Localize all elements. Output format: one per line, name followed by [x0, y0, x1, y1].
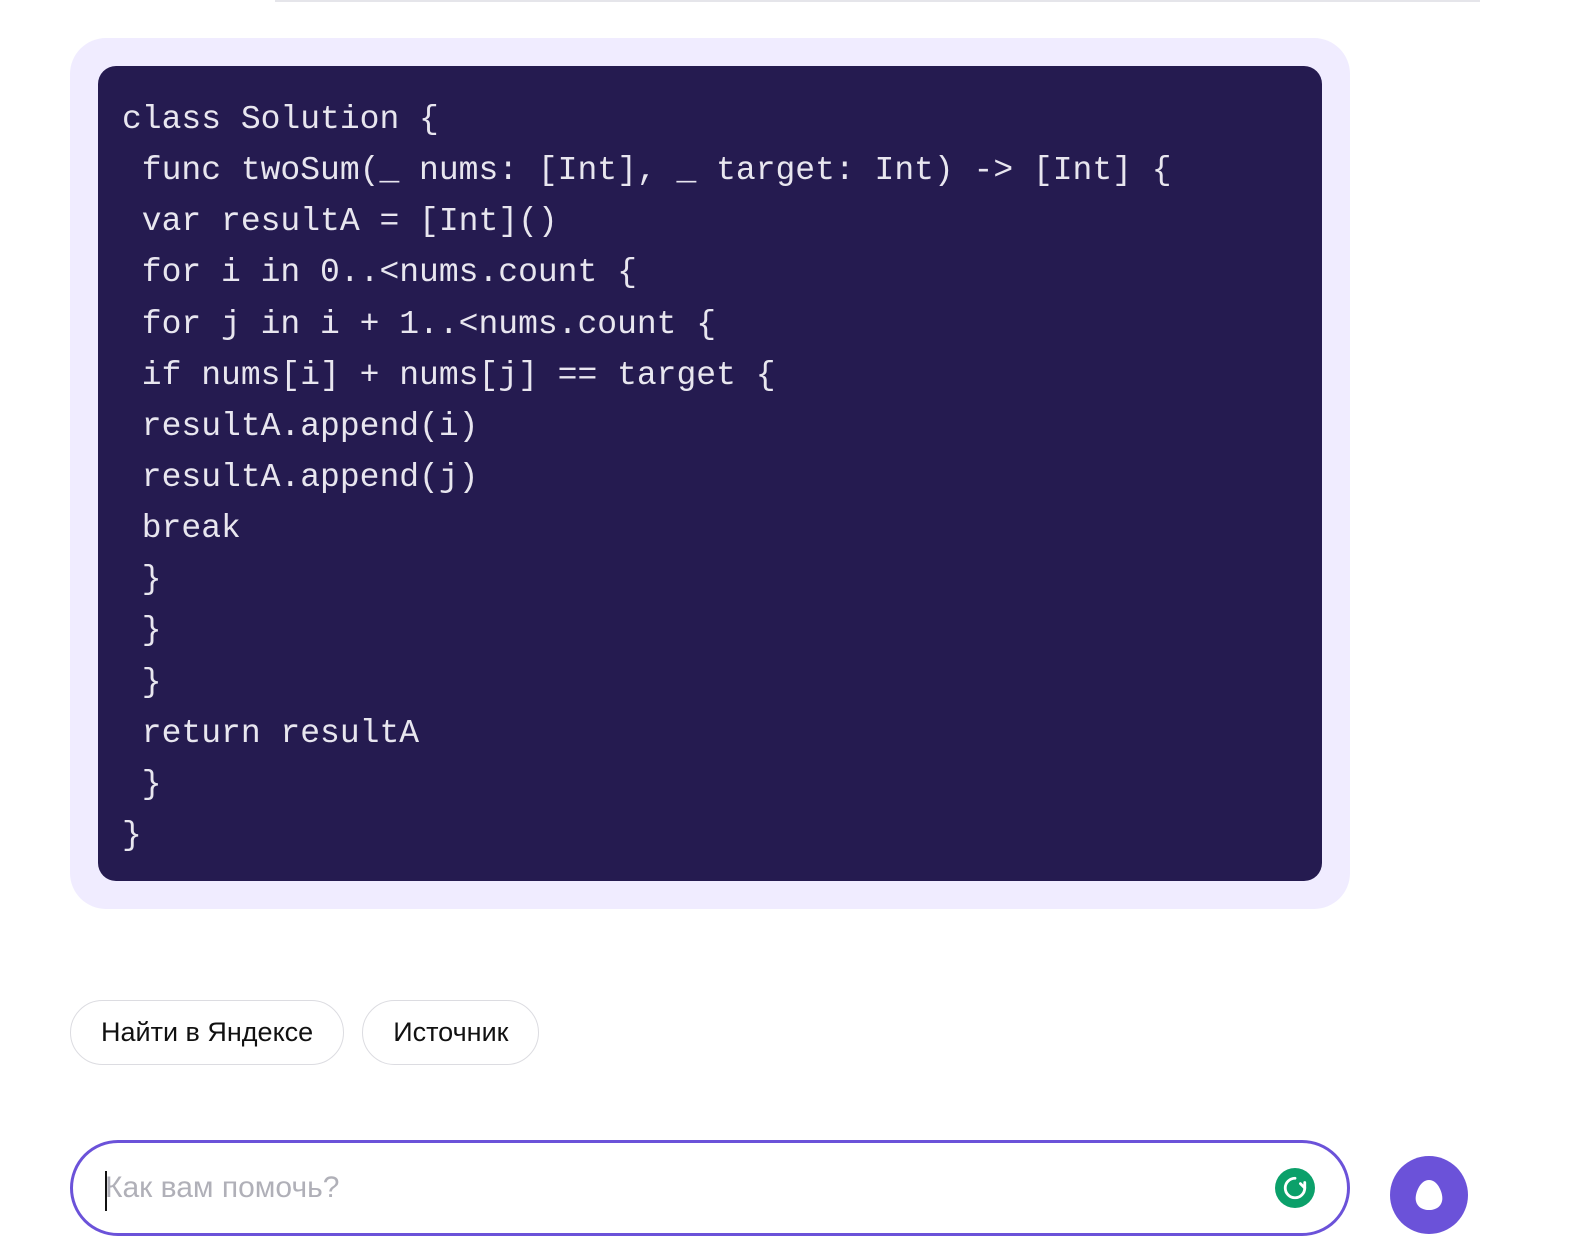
source-button[interactable]: Источник [362, 1000, 539, 1065]
code-content: class Solution { func twoSum(_ nums: [In… [122, 94, 1298, 867]
text-cursor [105, 1171, 107, 1211]
code-card: class Solution { func twoSum(_ nums: [In… [70, 38, 1350, 909]
search-yandex-button[interactable]: Найти в Яндексе [70, 1000, 344, 1065]
grammarly-icon[interactable] [1275, 1168, 1315, 1208]
alice-voice-button[interactable] [1390, 1156, 1468, 1234]
divider-line [275, 0, 1480, 2]
code-block[interactable]: class Solution { func twoSum(_ nums: [In… [98, 66, 1322, 881]
action-buttons-row: Найти в Яндексе Источник [70, 1000, 539, 1065]
input-row [70, 1140, 1350, 1236]
search-input[interactable] [105, 1171, 1263, 1205]
search-box[interactable] [70, 1140, 1350, 1236]
